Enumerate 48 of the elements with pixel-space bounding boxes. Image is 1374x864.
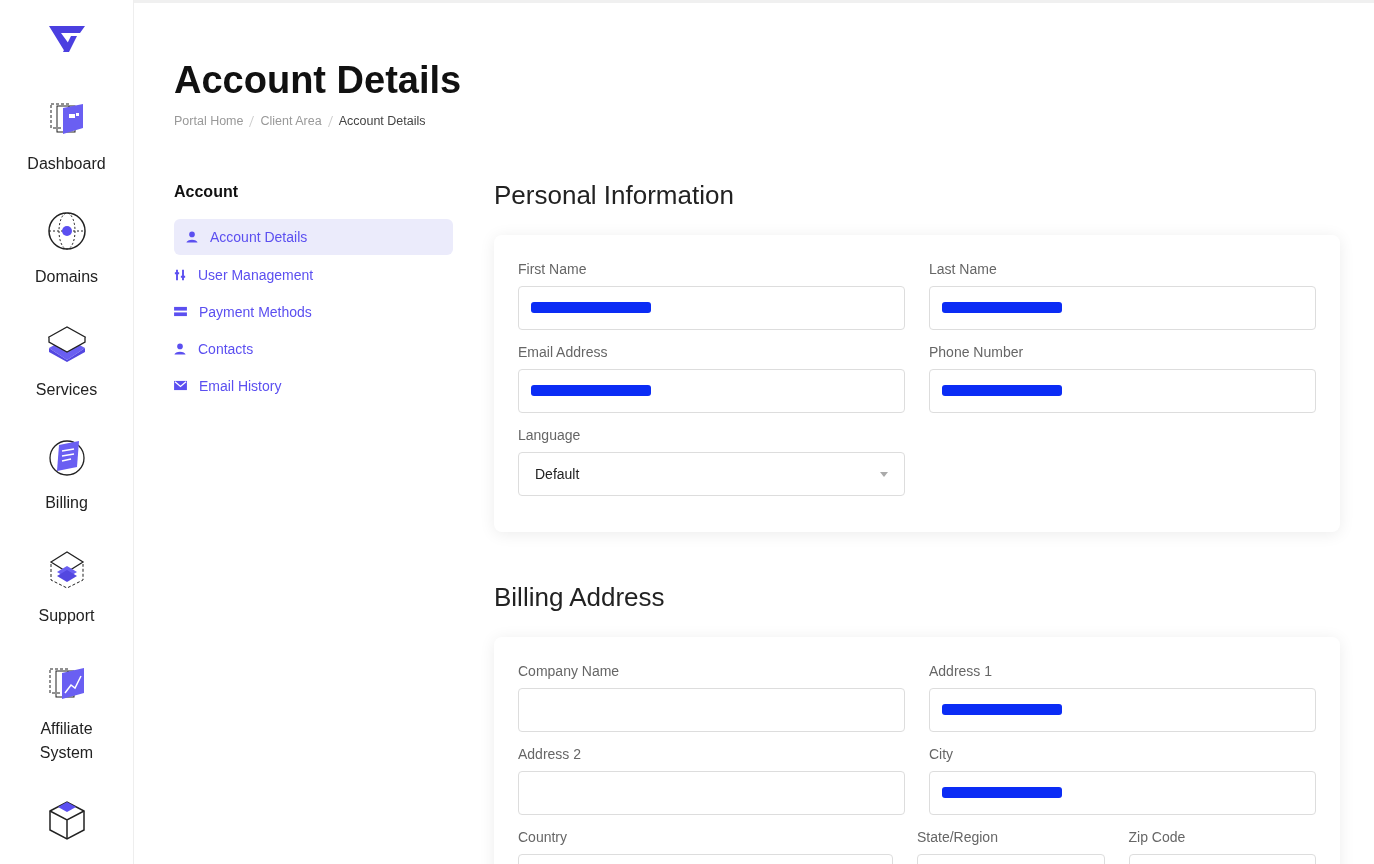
nav-item[interactable]: Payment Methods <box>174 293 453 330</box>
field-label: Company Name <box>518 663 621 679</box>
cube-icon[interactable] <box>46 800 87 840</box>
logo-icon[interactable] <box>46 24 87 54</box>
input-field[interactable] <box>929 771 1316 815</box>
nav-item[interactable]: Contacts <box>174 330 453 367</box>
nav-item[interactable]: Account Details <box>174 219 453 255</box>
input-field[interactable] <box>518 369 905 413</box>
input-field[interactable] <box>518 688 905 732</box>
input-field[interactable] <box>518 771 905 815</box>
input-field[interactable] <box>929 688 1316 732</box>
globe-icon[interactable] <box>46 211 87 251</box>
field-label: State/Region <box>917 829 999 845</box>
nav-heading: Account <box>174 183 239 201</box>
field-label: Email Address <box>518 344 609 360</box>
person-icon <box>186 231 198 243</box>
sidebar-label[interactable]: Billing <box>16 491 117 515</box>
input-field[interactable] <box>929 286 1316 330</box>
sidebar-label[interactable]: Dashboard <box>16 152 117 176</box>
envelope-icon <box>174 380 187 391</box>
sliders-icon <box>174 268 186 281</box>
document-icon[interactable] <box>46 437 87 477</box>
field-label: Last Name <box>929 261 998 277</box>
sidebar-label[interactable]: Affiliate System <box>16 717 117 765</box>
field-label: Country <box>518 829 569 845</box>
sidebar-label[interactable]: Support <box>16 604 117 628</box>
field-label: Address 1 <box>929 663 994 679</box>
input-field[interactable] <box>518 286 905 330</box>
nav-item[interactable]: Email History <box>174 367 453 404</box>
section-title: Personal Information <box>494 180 735 211</box>
person-icon <box>174 342 186 355</box>
breadcrumb-current: Account Details <box>338 114 426 128</box>
select-field[interactable]: Default <box>518 452 905 496</box>
page-title: Account Details <box>174 59 463 102</box>
card-icon <box>174 306 187 317</box>
sidebar-label[interactable]: Domains <box>16 265 117 289</box>
field-label: Zip Code <box>1128 829 1187 845</box>
field-label: Phone Number <box>929 344 1025 360</box>
caret-icon <box>880 471 888 477</box>
field-label: First Name <box>518 261 588 277</box>
field-label: Language <box>518 427 582 443</box>
input-field[interactable] <box>929 369 1316 413</box>
field-label: Address 2 <box>518 746 583 762</box>
section-title: Billing Address <box>494 582 666 613</box>
server-icon[interactable] <box>46 324 87 364</box>
nav-item[interactable]: User Management <box>174 256 453 293</box>
field-label: City <box>929 746 955 762</box>
sidebar-label[interactable]: Services <box>16 378 117 402</box>
